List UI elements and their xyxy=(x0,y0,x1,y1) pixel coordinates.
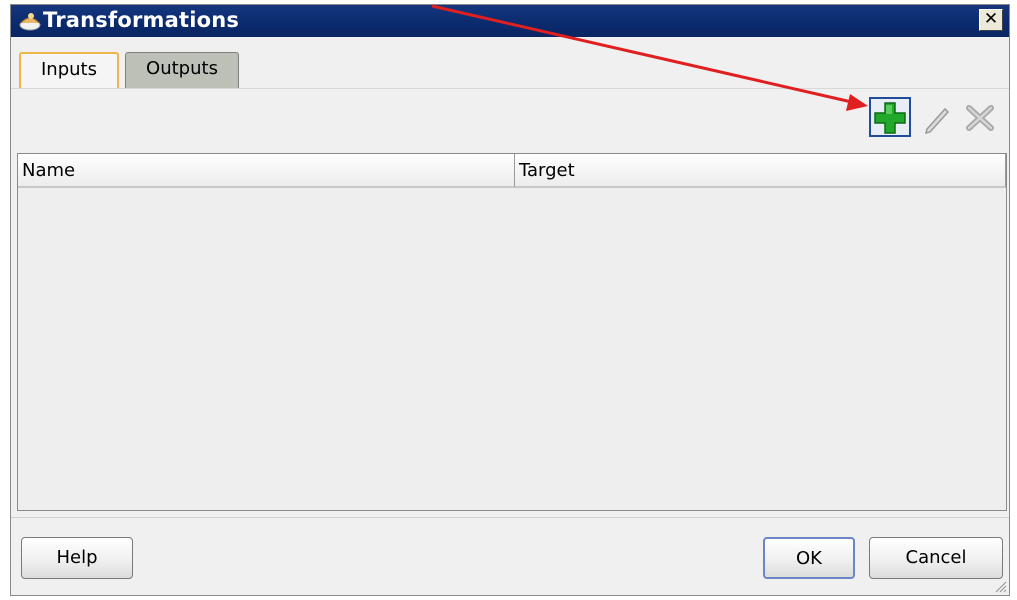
tab-outputs-label: Outputs xyxy=(146,58,218,79)
add-button[interactable] xyxy=(869,97,911,137)
resize-grip-icon[interactable] xyxy=(993,579,1007,593)
window-title: Transformations xyxy=(43,8,240,32)
ok-button[interactable]: OK xyxy=(763,537,855,579)
table-body[interactable] xyxy=(18,190,1006,510)
transformations-dialog: Transformations ✕ Inputs Outputs Name Ta… xyxy=(10,4,1010,596)
app-icon xyxy=(19,13,41,31)
edit-icon[interactable] xyxy=(921,102,953,134)
tab-inputs-label: Inputs xyxy=(41,59,97,80)
tab-inputs[interactable]: Inputs xyxy=(19,52,119,88)
column-header-name[interactable]: Name xyxy=(18,154,515,188)
tab-outputs[interactable]: Outputs xyxy=(125,52,239,88)
add-icon xyxy=(874,102,906,134)
help-button[interactable]: Help xyxy=(21,537,133,579)
close-button[interactable]: ✕ xyxy=(979,9,1003,31)
cancel-button[interactable]: Cancel xyxy=(869,537,1003,579)
close-icon: ✕ xyxy=(983,9,999,29)
tab-divider xyxy=(11,88,1009,89)
transformations-table: Name Target xyxy=(17,153,1007,511)
table-header: Name Target xyxy=(18,154,1006,190)
title-bar: Transformations ✕ xyxy=(11,5,1009,37)
delete-icon[interactable] xyxy=(963,102,997,134)
column-header-target[interactable]: Target xyxy=(515,154,1006,188)
footer-divider xyxy=(11,517,1009,518)
